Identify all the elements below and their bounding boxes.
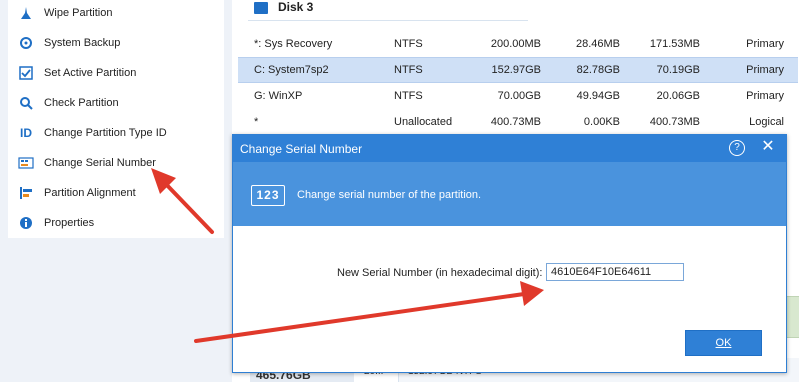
dialog-banner: 123 Change serial number of the partitio…: [233, 162, 786, 226]
broom-icon: [18, 5, 34, 21]
partition-row[interactable]: *: Sys Recovery NTFS 200.00MB 28.46MB 17…: [238, 32, 798, 56]
serial-number-icon: [18, 155, 34, 171]
partition-row[interactable]: G: WinXP NTFS 70.00GB 49.94GB 20.06GB Pr…: [238, 84, 798, 108]
sidebar-item-change-partition-type-id[interactable]: ID Change Partition Type ID: [18, 122, 167, 144]
partition-fs: NTFS: [394, 90, 423, 102]
ok-button[interactable]: OK: [685, 330, 762, 356]
partition-used: 49.94GB: [576, 90, 620, 102]
partition-type: Logical: [749, 116, 784, 128]
partition-capacity: 152.97GB: [491, 64, 541, 76]
sidebar-item-label: Wipe Partition: [44, 7, 113, 19]
disk-map-strip: [785, 296, 799, 338]
serial-number-input[interactable]: [546, 263, 684, 281]
partition-fs: NTFS: [394, 38, 423, 50]
alignment-icon: [18, 185, 34, 201]
sidebar-item-label: Properties: [44, 217, 95, 229]
sidebar-item-change-serial-number[interactable]: Change Serial Number: [18, 152, 156, 174]
banner-description: Change serial number of the partition.: [297, 189, 482, 201]
partition-row[interactable]: * Unallocated 400.73MB 0.00KB 400.73MB L…: [238, 110, 798, 134]
partition-fs: Unallocated: [394, 116, 453, 128]
divider: [248, 20, 528, 21]
partition-used: 82.78GB: [576, 64, 620, 76]
partition-fs: NTFS: [394, 64, 423, 76]
help-icon[interactable]: ?: [729, 140, 745, 156]
sidebar-item-label: System Backup: [44, 37, 121, 49]
backup-icon: [18, 35, 34, 51]
dialog-title: Change Serial Number: [240, 142, 363, 156]
sidebar-item-partition-alignment[interactable]: Partition Alignment: [18, 182, 136, 204]
partition-capacity: 200.00MB: [490, 38, 541, 50]
dialog-titlebar: Change Serial Number ? ✕: [233, 135, 786, 162]
partition-name: G: WinXP: [254, 90, 303, 102]
check-icon: [18, 65, 34, 81]
partition-capacity: 400.73MB: [490, 116, 541, 128]
partition-capacity: 70.00GB: [497, 90, 541, 102]
serial-number-label: New Serial Number (in hexadecimal digit)…: [337, 267, 543, 279]
serial-number-icon: 123: [251, 185, 285, 206]
partition-unused: 70.19GB: [656, 64, 700, 76]
sidebar-item-set-active-partition[interactable]: Set Active Partition: [18, 62, 136, 84]
partition-unused: 171.53MB: [649, 38, 700, 50]
disk-icon: [254, 2, 268, 14]
sidebar-item-wipe-partition[interactable]: Wipe Partition: [18, 2, 112, 24]
sidebar: Wipe Partition System Backup Set Active …: [0, 0, 232, 382]
partition-used: 28.46MB: [575, 38, 620, 50]
sidebar-item-label: Partition Alignment: [44, 187, 136, 199]
partition-name: *: [254, 116, 259, 128]
partition-type: Primary: [746, 38, 784, 50]
operations-panel: Wipe Partition System Backup Set Active …: [8, 0, 224, 238]
disk-name: Disk 3: [278, 0, 314, 14]
partition-unused: 400.73MB: [649, 116, 700, 128]
properties-icon: [18, 215, 34, 231]
sidebar-item-label: Check Partition: [44, 97, 119, 109]
change-serial-number-dialog: Change Serial Number ? ✕ 123 Change seri…: [232, 134, 787, 373]
partition-name: C: System7sp2: [254, 64, 329, 76]
close-icon[interactable]: ✕: [760, 138, 776, 156]
sidebar-item-system-backup[interactable]: System Backup: [18, 32, 120, 54]
partition-name: *: Sys Recovery: [254, 38, 333, 50]
partition-used: 0.00KB: [583, 116, 620, 128]
sidebar-item-properties[interactable]: Properties: [18, 212, 94, 234]
sidebar-item-check-partition[interactable]: Check Partition: [18, 92, 119, 114]
magnifier-icon: [18, 95, 34, 111]
partition-type: Primary: [746, 90, 784, 102]
partition-unused: 20.06GB: [656, 90, 700, 102]
partition-row-selected[interactable]: C: System7sp2 NTFS 152.97GB 82.78GB 70.1…: [238, 57, 798, 83]
partition-type: Primary: [746, 64, 784, 76]
id-icon: ID: [20, 126, 32, 140]
sidebar-item-label: Change Partition Type ID: [44, 127, 167, 139]
sidebar-item-label: Set Active Partition: [44, 67, 137, 79]
sidebar-item-label: Change Serial Number: [44, 157, 156, 169]
